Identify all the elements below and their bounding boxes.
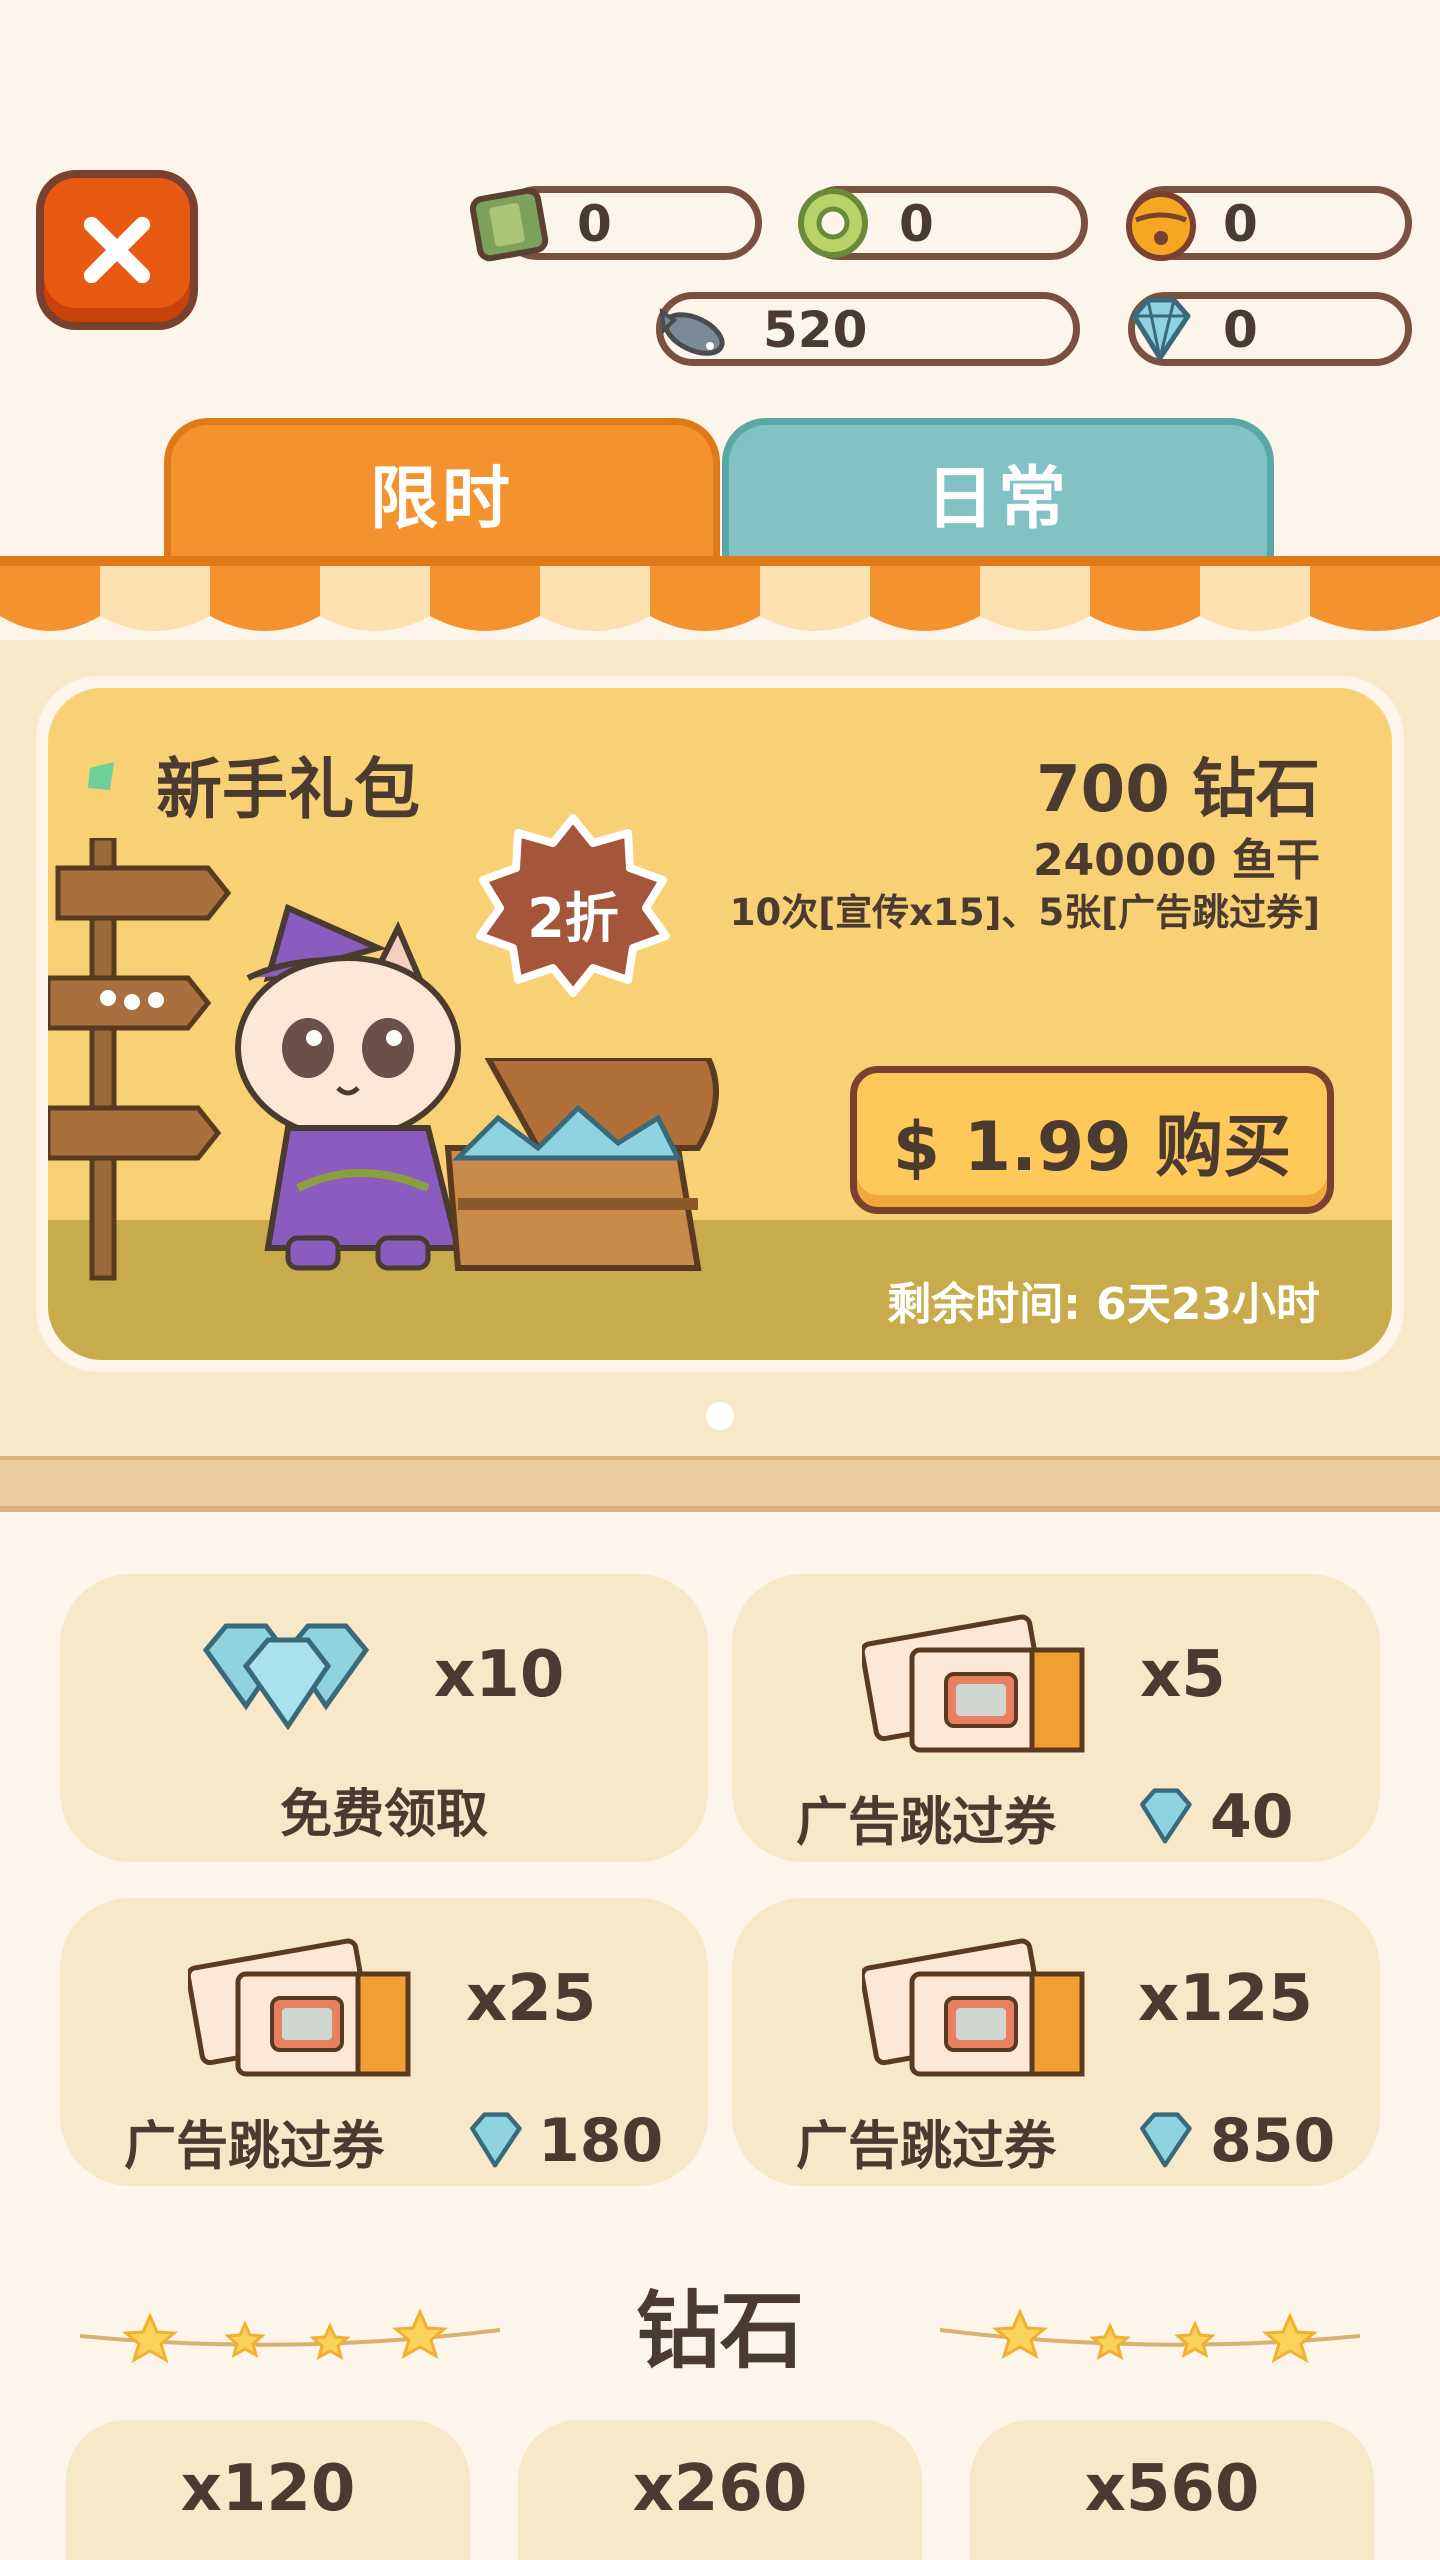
- cash-wallet-icon: [469, 187, 549, 262]
- tab-daily-label: 日常: [925, 460, 1070, 539]
- confetti-icon: [88, 762, 114, 790]
- ad-skip-ticket-icon: [862, 1938, 1085, 2077]
- diamond-pack-260[interactable]: x260: [518, 2420, 922, 2560]
- item-price: 180: [538, 2106, 664, 2176]
- ad-skip-ticket-icon: [862, 1614, 1085, 1753]
- ad-skip-ticket-icon: [188, 1938, 411, 2077]
- diamond-pack-qty: x560: [1084, 2452, 1260, 2526]
- free-diamonds-card[interactable]: x10 免费领取: [60, 1574, 708, 1862]
- golden-bell-icon: [1126, 191, 1196, 261]
- ad-skip-ticket-card-25[interactable]: x25 广告跳过券 180: [60, 1898, 708, 2186]
- item-qty: x5: [1140, 1638, 1226, 1712]
- item-label: 广告跳过券: [796, 2117, 1057, 2177]
- buy-button[interactable]: $ 1.99 购买: [850, 1066, 1334, 1214]
- shop-counter-ledge: [0, 1456, 1440, 1512]
- carousel-dot[interactable]: [706, 1402, 734, 1430]
- shop-awning: [0, 556, 1440, 631]
- diamond-pack-120[interactable]: x120: [66, 2420, 470, 2560]
- diamond-price-icon: [1140, 2112, 1192, 2168]
- tab-limited[interactable]: 限时: [164, 418, 720, 560]
- dried-fish-icon: [659, 307, 725, 356]
- tab-daily[interactable]: 日常: [722, 418, 1274, 560]
- item-label: 免费领取: [279, 1785, 488, 1845]
- bell-value: 0: [1223, 195, 1258, 253]
- diamond-value: 0: [1223, 301, 1258, 359]
- remaining-time: 剩余时间: 6天23小时: [887, 1279, 1320, 1330]
- ring-value: 0: [899, 195, 934, 253]
- item-label: 广告跳过券: [124, 2117, 385, 2177]
- starter-pack-card[interactable]: 2折 新手礼包 700 钻石 240000 鱼干 10次[宣传x15]、5张[广…: [36, 676, 1404, 1372]
- buy-button-label: $ 1.99 购买: [892, 1107, 1292, 1187]
- tab-limited-label: 限时: [369, 460, 514, 539]
- promo-title: 新手礼包: [156, 751, 420, 828]
- item-qty: x25: [466, 1962, 597, 2036]
- promo-diamonds: 700 钻石: [1036, 753, 1320, 827]
- starter-pack-inner: 2折 新手礼包 700 钻石 240000 鱼干 10次[宣传x15]、5张[广…: [48, 688, 1392, 1360]
- fish-value: 520: [763, 301, 868, 359]
- promo-extras: 10次[宣传x15]、5张[广告跳过券]: [729, 891, 1320, 934]
- diamond-price-icon: [470, 2112, 522, 2168]
- treasure-chest-illustration: [444, 1058, 719, 1271]
- ad-skip-ticket-card-5[interactable]: x5 广告跳过券 40: [732, 1574, 1380, 1862]
- diamond-price-icon: [1140, 1788, 1192, 1844]
- signpost-illustration: [48, 838, 232, 1281]
- diamond-pack-qty: x260: [632, 2452, 808, 2526]
- item-price: 40: [1210, 1782, 1294, 1852]
- diamond-icon: [1131, 297, 1191, 361]
- promo-fish: 240000 鱼干: [1032, 835, 1320, 886]
- item-qty: x125: [1138, 1962, 1313, 2036]
- star-garland-right-icon: [940, 2308, 1360, 2364]
- diamonds-icon: [202, 1623, 370, 1730]
- diamond-pack-qty: x120: [180, 2452, 356, 2526]
- diamond-pack-560[interactable]: x560: [970, 2420, 1374, 2560]
- cash-value: 0: [577, 195, 612, 253]
- close-icon: [83, 216, 151, 284]
- green-ring-icon: [798, 188, 868, 258]
- item-price: 850: [1210, 2106, 1336, 2176]
- ad-skip-ticket-card-125[interactable]: x125 广告跳过券 850: [732, 1898, 1380, 2186]
- item-label: 广告跳过券: [796, 1793, 1057, 1853]
- item-qty: x10: [434, 1638, 565, 1712]
- close-button[interactable]: [36, 170, 198, 330]
- discount-label: 2折: [527, 887, 619, 950]
